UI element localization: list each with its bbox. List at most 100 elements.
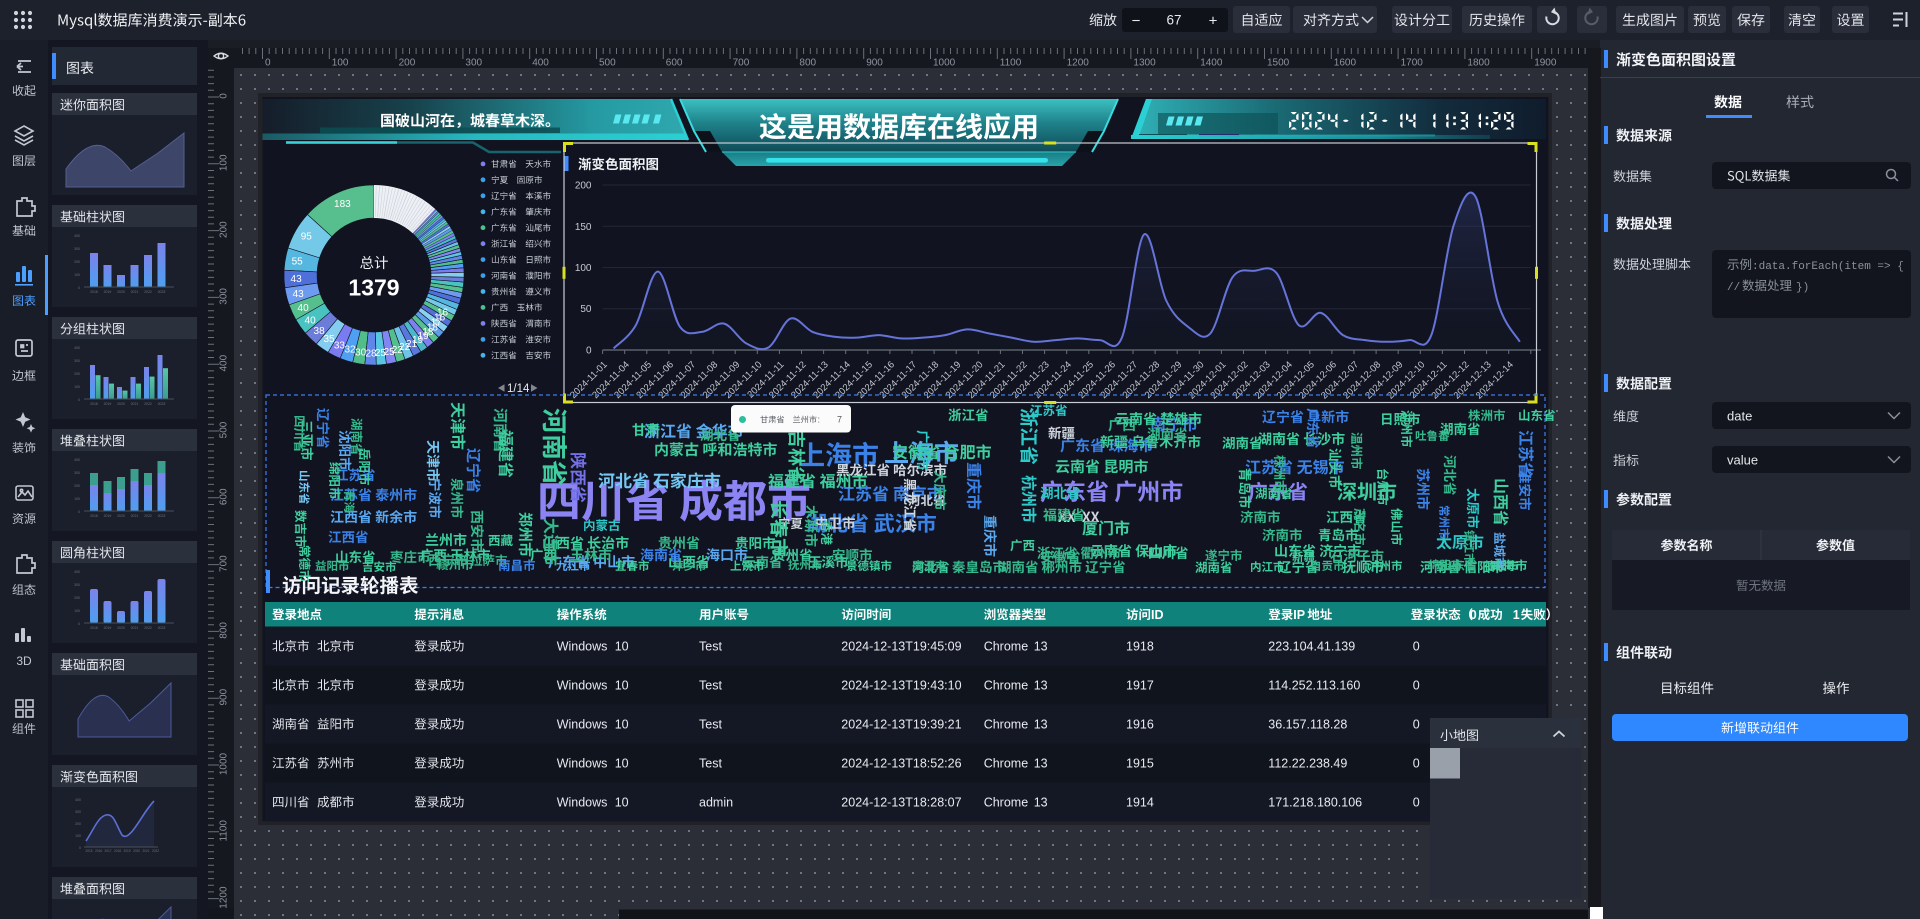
svg-text:50: 50 [580,304,592,315]
svg-text:1100: 1100 [219,820,230,842]
svg-text:200: 200 [74,484,80,488]
svg-text:1400: 1400 [1200,58,1223,69]
svg-text:7: 7 [837,415,842,425]
svg-text:}): }) [1796,282,1809,294]
svg-text:Test: Test [699,718,722,732]
svg-text:date: date [1727,409,1752,424]
svg-text:0: 0 [1413,796,1420,810]
svg-text:IP: IP [1293,608,1305,622]
svg-text:2019: 2019 [123,849,130,853]
svg-text:100: 100 [75,834,81,838]
svg-text:300: 300 [219,288,230,305]
svg-text:1100: 1100 [1000,58,1022,69]
svg-text:Chrome: Chrome [984,679,1029,693]
svg-text:2018: 2018 [90,402,98,406]
svg-text:1000: 1000 [219,752,230,775]
svg-text:400: 400 [75,798,81,802]
svg-text:2024-12-13T18:28:07: 2024-12-13T18:28:07 [841,796,961,810]
svg-text:2024-12-13T18:52:26: 2024-12-13T18:52:26 [841,757,961,771]
svg-text:67: 67 [1166,13,1181,28]
svg-text:2022: 2022 [144,290,152,294]
svg-text:0: 0 [1413,757,1420,771]
svg-text:Windows: Windows [557,679,608,693]
svg-text:Windows: Windows [557,718,608,732]
svg-text:1300: 1300 [1133,58,1156,69]
svg-text:10: 10 [615,718,629,732]
svg-text:Chrome: Chrome [984,757,1029,771]
svg-text:200: 200 [74,372,80,376]
svg-text:400: 400 [74,234,80,238]
svg-text:55: 55 [292,257,304,268]
svg-text:2020: 2020 [117,402,125,406]
svg-text:223.104.41.139: 223.104.41.139 [1268,640,1355,654]
svg-text:1916: 1916 [1126,718,1154,732]
svg-text:500: 500 [219,421,230,438]
svg-text:200: 200 [74,596,80,600]
svg-text:500: 500 [599,58,616,69]
svg-text:2016: 2016 [95,849,102,853]
svg-text:0: 0 [78,398,80,402]
svg-text:1700: 1700 [1401,58,1424,69]
svg-text:100: 100 [219,154,230,171]
svg-text:16: 16 [437,308,449,319]
svg-text:1500: 1500 [1267,58,1290,69]
svg-text:43: 43 [291,274,303,285]
svg-text:Chrome: Chrome [984,796,1029,810]
svg-text:1914: 1914 [1126,796,1154,810]
svg-text:100: 100 [74,609,80,613]
svg-text:400: 400 [532,58,549,69]
svg-text:2021: 2021 [142,849,149,853]
svg-text:114.252.113.160: 114.252.113.160 [1268,679,1360,693]
svg-text:800: 800 [219,622,230,639]
svg-text:36.157.118.28: 36.157.118.28 [1268,718,1347,732]
svg-text:2015: 2015 [85,849,92,853]
svg-text:200: 200 [75,822,81,826]
svg-text:400: 400 [74,346,80,350]
svg-text:400: 400 [74,458,80,462]
svg-text:2021: 2021 [131,402,139,406]
svg-text:300: 300 [74,247,80,251]
svg-text:0: 0 [78,622,80,626]
svg-text:2021: 2021 [131,290,139,294]
svg-text:1/14: 1/14 [507,383,530,395]
svg-text:2018: 2018 [90,626,98,630]
svg-text:0: 0 [78,286,80,290]
svg-text:200: 200 [575,181,592,192]
svg-text:2020: 2020 [117,626,125,630]
svg-text:1379: 1379 [348,275,399,301]
svg-text:100: 100 [74,497,80,501]
svg-text:1915: 1915 [1126,757,1154,771]
svg-text:1000: 1000 [933,58,956,69]
svg-text:value: value [1727,453,1758,468]
svg-text:1917: 1917 [1126,679,1154,693]
svg-text:700: 700 [733,58,750,69]
svg-text:1200: 1200 [1067,58,1090,69]
svg-text:300: 300 [75,810,81,814]
svg-text:2023: 2023 [158,402,166,406]
svg-text:13: 13 [1034,679,1048,693]
svg-text:Test: Test [699,757,722,771]
svg-text:Test: Test [699,679,722,693]
svg-text:400: 400 [74,570,80,574]
svg-text:183: 183 [334,199,351,210]
svg-text:13: 13 [1034,757,1048,771]
svg-text:−: − [1132,13,1141,30]
svg-text:Chrome: Chrome [984,718,1029,732]
svg-text:171.218.180.106: 171.218.180.106 [1268,796,1362,810]
svg-text:600: 600 [666,58,683,69]
svg-text:300: 300 [465,58,482,69]
svg-text:2017: 2017 [104,849,111,853]
svg-text:2021: 2021 [131,626,139,630]
svg-text:2024-12-13T19:45:09: 2024-12-13T19:45:09 [841,640,961,654]
svg-text:900: 900 [219,688,230,705]
svg-text:2022: 2022 [144,402,152,406]
svg-text:700: 700 [219,555,230,572]
svg-text:0: 0 [586,346,592,357]
svg-text:150: 150 [575,222,592,233]
svg-text:300: 300 [74,359,80,363]
svg-text:2020: 2020 [117,290,125,294]
svg-text:2024-12-13T19:39:21: 2024-12-13T19:39:21 [841,718,961,732]
svg-text:1: 1 [1513,608,1520,622]
svg-text:admin: admin [699,796,733,810]
svg-text:13: 13 [1034,640,1048,654]
